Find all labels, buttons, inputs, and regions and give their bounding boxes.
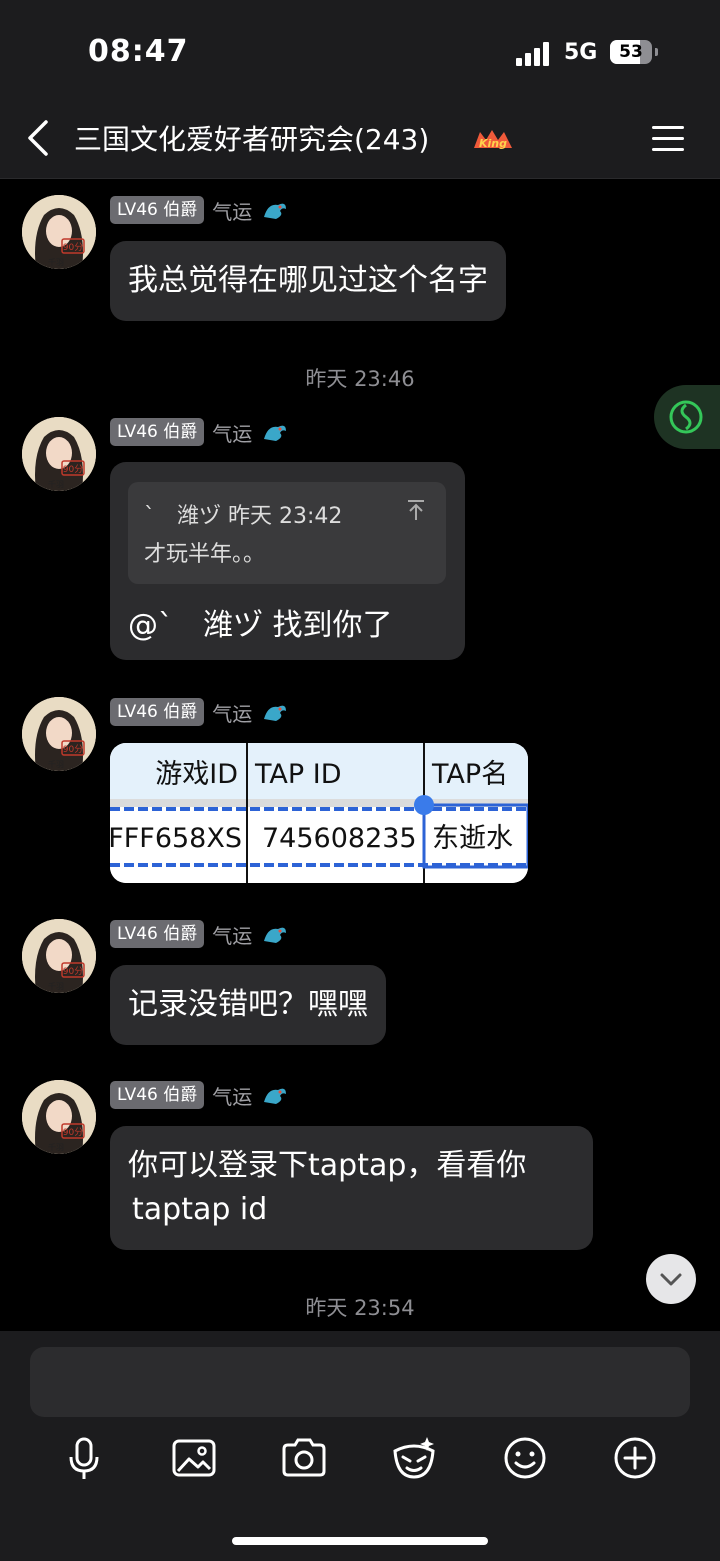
sender-name[interactable]: 气运 [212, 418, 252, 447]
message-bubble[interactable]: 记录没错吧？嘿嘿 [110, 965, 386, 1045]
message-text: 你可以登录下taptap，看看你 [128, 1148, 527, 1183]
svg-text:King: King [479, 137, 507, 150]
level-badge: LV46 伯爵 [110, 418, 205, 446]
battery-icon: 53 [610, 40, 652, 64]
jump-to-top-icon[interactable] [406, 498, 426, 522]
avatar[interactable]: 90分 千羽 [22, 1080, 96, 1154]
side-shortcut-button[interactable] [654, 385, 720, 449]
avatar-score: 90分 [63, 966, 83, 977]
emoji-icon[interactable] [500, 1433, 550, 1483]
message-text: taptap id [132, 1192, 268, 1227]
table-header: TAP名 [431, 759, 508, 790]
table-header: 游戏ID [155, 759, 238, 790]
message-meta: LV46 伯爵 气运 [110, 920, 290, 948]
avatar-caption: 千羽 [48, 479, 64, 489]
message-text: 我总觉得在哪见过这个名字 [128, 263, 488, 298]
table-cell: 东逝水 [432, 823, 513, 854]
dragon-icon [264, 927, 287, 943]
plus-icon[interactable] [610, 1433, 660, 1483]
message-meta: LV46 伯爵 气运 [110, 418, 290, 446]
reply-bubble[interactable]: ` 潍ヅ 昨天 23:42 才玩半年。。 @` 潍ヅ 找到你了 [110, 462, 465, 660]
level-badge: LV46 伯爵 [110, 698, 205, 726]
home-indicator[interactable] [232, 1537, 488, 1545]
avatar-caption: 千羽 [48, 257, 64, 267]
battery-level: 53 [619, 42, 643, 62]
dragon-icon [264, 203, 287, 219]
group-title[interactable]: 三国文化爱好者研究会(243) [74, 118, 429, 158]
scroll-to-bottom-button[interactable] [646, 1254, 696, 1304]
timestamp: 昨天 23:46 [305, 367, 415, 391]
quote-header: ` 潍ヅ 昨天 23:42 [144, 504, 343, 529]
status-bar: 08:47 5G 53 [0, 0, 720, 100]
message-meta: LV46 伯爵 气运 [110, 1081, 290, 1109]
chevron-down-icon [660, 1273, 682, 1286]
avatar-score: 90分 [63, 464, 83, 475]
avatar-caption: 千羽 [48, 1142, 64, 1152]
king-badge-icon: King [474, 130, 512, 150]
message-bubble[interactable]: 你可以登录下taptap，看看你 taptap id [110, 1126, 593, 1250]
image-message[interactable]: 游戏ID TAP ID TAP名 FFF658XS 745608235 东逝水 [110, 743, 528, 883]
quote-body: 才玩半年。。 [144, 542, 266, 567]
message-text: @` 潍ヅ 找到你了 [128, 608, 393, 643]
sender-name[interactable]: 气运 [212, 196, 252, 225]
avatar[interactable]: 90分 千羽 [22, 195, 96, 269]
dragon-icon [264, 705, 287, 721]
spiral-icon [669, 400, 703, 434]
dragon-icon [264, 1088, 287, 1104]
battery-nub [655, 48, 658, 56]
avatar-caption: 千羽 [48, 981, 64, 991]
table-cell: FFF658XS [110, 823, 242, 854]
level-badge: LV46 伯爵 [110, 1081, 205, 1109]
signal-icon [516, 42, 552, 66]
timestamp: 昨天 23:54 [305, 1296, 415, 1320]
avatar[interactable]: 90分 千羽 [22, 919, 96, 993]
quoted-message[interactable]: ` 潍ヅ 昨天 23:42 才玩半年。。 [128, 482, 446, 584]
composer [0, 1331, 720, 1561]
camera-icon[interactable] [279, 1433, 329, 1483]
table-cell: 745608235 [262, 823, 417, 854]
chat-header: 三国文化爱好者研究会(243) King [0, 100, 720, 179]
image-icon[interactable] [169, 1433, 219, 1483]
network-type: 5G [564, 40, 598, 65]
chevron-left-icon[interactable] [22, 118, 58, 158]
message-list[interactable]: 90分 千羽 LV46 伯爵 气运 我总觉得在哪见过这个名字 昨天 23:46 … [0, 179, 720, 1330]
message-meta: LV46 伯爵 气运 [110, 196, 290, 224]
table-header: TAP ID [254, 759, 341, 790]
avatar-caption: 千羽 [48, 759, 64, 769]
avatar-score: 90分 [63, 242, 83, 253]
sender-name[interactable]: 气运 [212, 1081, 252, 1110]
dragon-icon [264, 425, 287, 441]
status-time: 08:47 [88, 34, 189, 69]
message-meta: LV46 伯爵 气运 [110, 698, 290, 726]
avatar-score: 90分 [63, 744, 83, 755]
message-bubble[interactable]: 我总觉得在哪见过这个名字 [110, 241, 506, 321]
sender-name[interactable]: 气运 [212, 920, 252, 949]
avatar[interactable]: 90分 千羽 [22, 697, 96, 771]
level-badge: LV46 伯爵 [110, 920, 205, 948]
avatar[interactable]: 90分 千羽 [22, 417, 96, 491]
message-text: 记录没错吧？嘿嘿 [128, 987, 368, 1022]
message-input[interactable] [30, 1347, 690, 1417]
sticker-icon[interactable] [389, 1433, 439, 1483]
sender-name[interactable]: 气运 [212, 698, 252, 727]
microphone-icon[interactable] [59, 1433, 109, 1483]
avatar-score: 90分 [63, 1127, 83, 1138]
level-badge: LV46 伯爵 [110, 196, 205, 224]
hamburger-menu-icon[interactable] [650, 122, 686, 156]
